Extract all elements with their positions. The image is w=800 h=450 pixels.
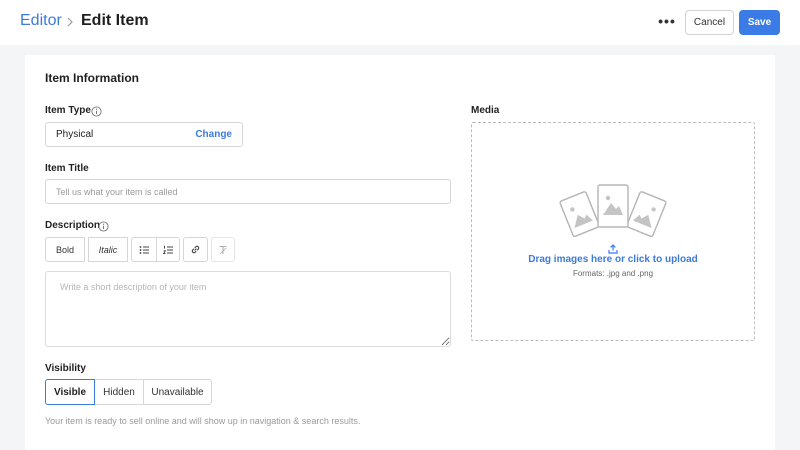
visibility-option-unavailable[interactable]: Unavailable <box>143 379 212 405</box>
italic-button[interactable]: Italic <box>88 237 128 262</box>
clear-format-icon <box>219 245 227 254</box>
section-title: Item Information <box>45 71 140 85</box>
item-information-card: Item Information Item Type Physical Chan… <box>25 55 775 450</box>
description-textarea[interactable] <box>45 271 451 347</box>
visibility-option-hidden[interactable]: Hidden <box>94 379 144 405</box>
link-icon <box>191 245 200 254</box>
chevron-right-icon <box>67 17 73 27</box>
save-button[interactable]: Save <box>739 10 780 35</box>
visibility-help-text: Your item is ready to sell online and wi… <box>45 416 361 426</box>
visibility-option-visible[interactable]: Visible <box>45 379 95 405</box>
clear-format-button[interactable] <box>211 237 235 262</box>
description-label: Description <box>45 220 101 231</box>
visibility-segmented-control: Visible Hidden Unavailable <box>45 379 212 405</box>
bulleted-list-button[interactable] <box>131 237 157 262</box>
info-icon[interactable] <box>91 106 102 117</box>
visibility-label: Visibility <box>45 363 86 374</box>
top-bar: Editor Edit Item ••• Cancel Save <box>0 0 800 45</box>
bold-button[interactable]: Bold <box>45 237 85 262</box>
cancel-button[interactable]: Cancel <box>685 10 734 35</box>
page-title: Edit Item <box>81 12 149 29</box>
item-title-input[interactable] <box>45 179 451 204</box>
item-type-field: Physical Change <box>45 122 243 147</box>
media-formats-text: Formats: .jpg and .png <box>572 269 654 278</box>
item-type-label: Item Type <box>45 105 91 116</box>
media-upload-dropzone[interactable]: Drag images here or click to upload Form… <box>471 122 755 341</box>
item-type-change-link[interactable]: Change <box>195 129 232 140</box>
more-options-button[interactable]: ••• <box>656 12 678 32</box>
info-icon[interactable] <box>98 221 109 232</box>
numbered-list-button[interactable] <box>156 237 180 262</box>
item-type-value: Physical <box>56 129 94 140</box>
item-title-label: Item Title <box>45 163 89 174</box>
media-label: Media <box>471 105 500 116</box>
breadcrumb-editor-link[interactable]: Editor <box>20 12 62 30</box>
upload-icon <box>608 244 618 254</box>
bulleted-list-icon <box>139 245 149 254</box>
numbered-list-icon <box>162 245 173 254</box>
link-button[interactable] <box>183 237 208 262</box>
image-placeholder-icon <box>559 184 667 238</box>
media-upload-cta[interactable]: Drag images here or click to upload <box>472 254 754 265</box>
